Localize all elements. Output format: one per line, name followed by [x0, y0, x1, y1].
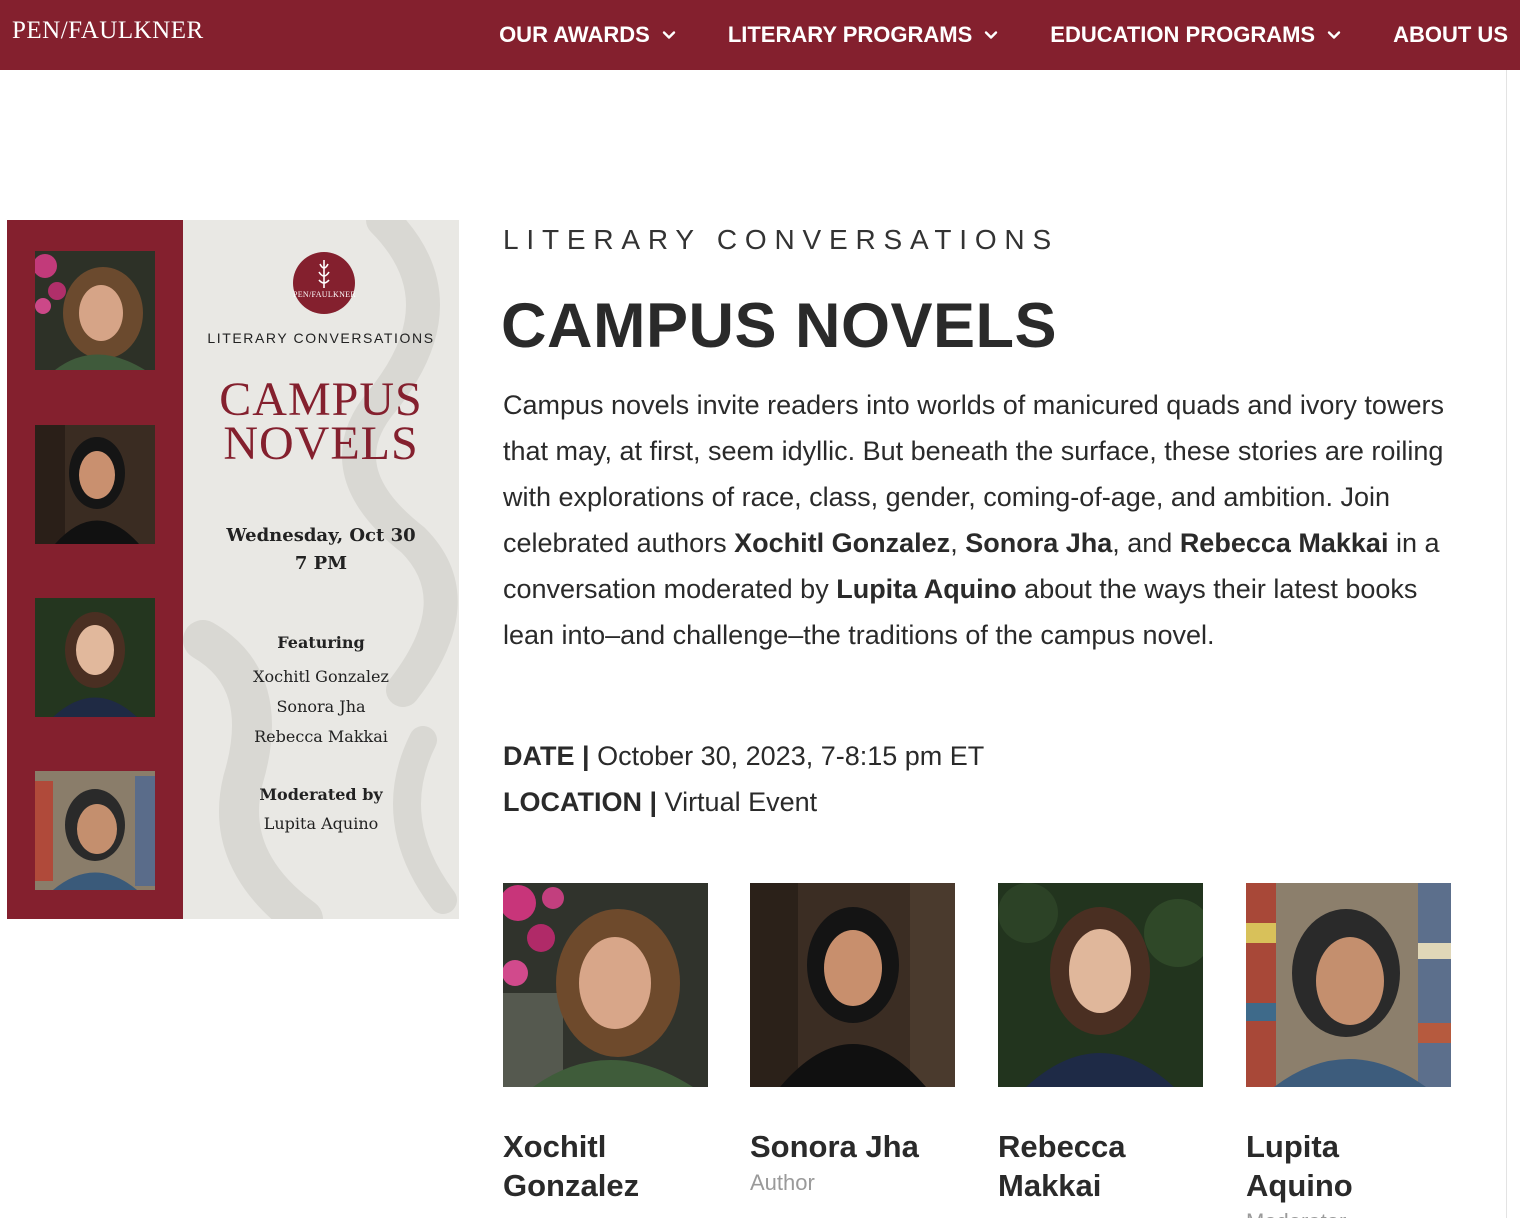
- moderator-name-lupita: Lupita Aquino: [836, 574, 1017, 604]
- nav-literary-programs-label: LITERARY PROGRAMS: [727, 22, 973, 47]
- participant-photo[interactable]: [503, 883, 708, 1087]
- author-name-sonora: Sonora Jha: [965, 528, 1113, 558]
- participant-name[interactable]: Rebecca Makkai: [998, 1127, 1203, 1205]
- nav-our-awards[interactable]: OUR AWARDS: [499, 22, 676, 48]
- participant-card-sonora[interactable]: Sonora Jha Author: [750, 883, 955, 1196]
- nav-our-awards-label: OUR AWARDS: [499, 22, 650, 47]
- poster-title: CAMPUS NOVELS: [219, 373, 423, 470]
- participant-card-rebecca[interactable]: Rebecca Makkai: [998, 883, 1203, 1205]
- event-location: LOCATION | Virtual Event: [503, 787, 818, 817]
- participant-photo[interactable]: [1246, 883, 1451, 1087]
- participant-photo[interactable]: [750, 883, 955, 1087]
- poster-moderator-name: Lupita Aquino: [263, 814, 379, 833]
- nav-education-programs[interactable]: EDUCATION PROGRAMS: [1050, 22, 1341, 48]
- event-poster: PEN/FAULKNER LITERARY CONVERSATIONS CAMP…: [7, 220, 459, 919]
- poster-portrait-2: [35, 425, 155, 544]
- event-details: DATE | October 30, 2023, 7-8:15 pm ET LO…: [503, 733, 984, 825]
- participant-role: Moderator: [1246, 1209, 1451, 1218]
- poster-portrait-3: [35, 598, 155, 717]
- author-name-rebecca: Rebecca Makkai: [1179, 528, 1389, 558]
- participant-name[interactable]: Sonora Jha: [750, 1127, 955, 1166]
- nav-about-us-label: ABOUT US: [1393, 22, 1508, 47]
- main-nav: OUR AWARDS LITERARY PROGRAMS EDUCATION P…: [499, 0, 1508, 70]
- participant-name[interactable]: Xochitl Gonzalez: [503, 1127, 708, 1205]
- poster-featuring-names: Xochitl Gonzalez Sonora Jha Rebecca Makk…: [253, 667, 389, 746]
- page-edge-divider: [1506, 70, 1507, 1218]
- participant-card-xochitl[interactable]: Xochitl Gonzalez: [503, 883, 708, 1205]
- event-description: Campus novels invite readers into worlds…: [503, 390, 1444, 650]
- nav-about-us[interactable]: ABOUT US: [1393, 22, 1508, 48]
- poster-featuring-label: Featuring: [277, 633, 365, 652]
- site-logo[interactable]: PEN/FAULKNER: [12, 17, 204, 45]
- poster-series-label: LITERARY CONVERSATIONS: [207, 330, 435, 346]
- poster-text: PEN/FAULKNER LITERARY CONVERSATIONS CAMP…: [183, 220, 459, 919]
- poster-date: Wednesday, Oct 30 7 PM: [226, 525, 416, 574]
- top-nav-bar: PEN/FAULKNER OUR AWARDS LITERARY PROGRAM…: [0, 0, 1520, 70]
- pen-faulkner-seal-logo: PEN/FAULKNER: [293, 252, 356, 314]
- chevron-down-icon: [984, 28, 998, 42]
- nav-literary-programs[interactable]: LITERARY PROGRAMS: [728, 22, 998, 48]
- chevron-down-icon: [1327, 28, 1341, 42]
- poster-moderated-label: Moderated by: [259, 785, 383, 804]
- chevron-down-icon: [662, 28, 676, 42]
- poster-portrait-1: [35, 251, 155, 370]
- participant-photo[interactable]: [998, 883, 1203, 1087]
- participant-name[interactable]: Lupita Aquino: [1246, 1127, 1451, 1205]
- author-name-xochitl: Xochitl Gonzalez: [734, 528, 951, 558]
- page-title: CAMPUS NOVELS: [501, 291, 1058, 361]
- participant-card-lupita[interactable]: Lupita Aquino Moderator: [1246, 883, 1451, 1218]
- participant-role: Author: [750, 1170, 815, 1195]
- event-series-kicker: LITERARY CONVERSATIONS: [503, 224, 1059, 255]
- nav-education-programs-label: EDUCATION PROGRAMS: [1050, 22, 1316, 47]
- event-date: DATE | October 30, 2023, 7-8:15 pm ET: [503, 741, 985, 771]
- poster-photo-strip: [7, 220, 183, 919]
- poster-portrait-4: [35, 771, 155, 890]
